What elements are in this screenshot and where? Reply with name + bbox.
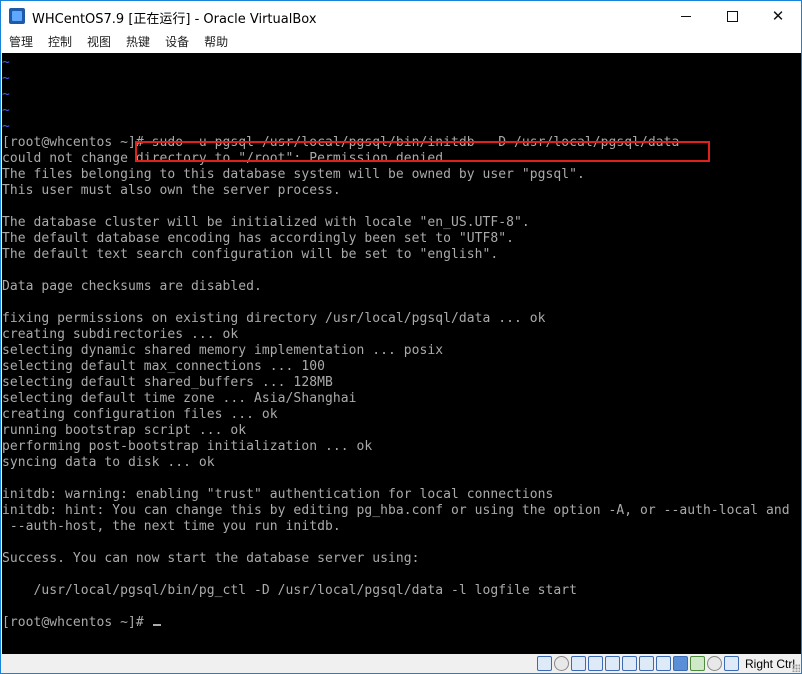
shell-prompt-line[interactable]: [root@whcentos ~]#: [2, 615, 801, 631]
terminal-line: initdb: hint: You can change this by edi…: [2, 503, 790, 518]
terminal-line: performing post-bootstrap initialization…: [2, 439, 373, 454]
vim-empty-line-marker: ~: [2, 119, 10, 134]
terminal-line: initdb: warning: enabling "trust" authen…: [2, 487, 554, 502]
shell-prompt: [root@whcentos ~]#: [2, 615, 152, 630]
terminal-line: Data page checksums are disabled.: [2, 279, 262, 294]
host-key-label: Right Ctrl: [744, 656, 795, 671]
terminal-line: fixing permissions on existing directory…: [2, 311, 546, 326]
terminal-line: syncing data to disk ... ok: [2, 455, 215, 470]
title-bar[interactable]: WHCentOS7.9 [正在运行] - Oracle VirtualBox ✕: [1, 1, 801, 31]
maximize-button[interactable]: [709, 1, 755, 31]
close-button[interactable]: ✕: [755, 1, 801, 31]
vim-empty-line-marker: ~: [2, 55, 10, 70]
vim-empty-line-marker: ~: [2, 87, 10, 102]
keyboard-icon[interactable]: [723, 656, 739, 671]
status-bar: Right Ctrl: [1, 654, 801, 673]
vm-console-screen[interactable]: ~ ~ ~ ~ ~ [root@whcentos ~]# sudo -u pgs…: [2, 53, 801, 654]
terminal-line: selecting dynamic shared memory implemen…: [2, 343, 444, 358]
display-icon[interactable]: [638, 656, 654, 671]
recording-icon[interactable]: [672, 656, 688, 671]
terminal-line: creating subdirectories ... ok: [2, 327, 239, 342]
network-icon[interactable]: [587, 656, 603, 671]
menu-item-control[interactable]: 控制: [40, 31, 79, 53]
terminal-line: The files belonging to this database sys…: [2, 167, 585, 182]
terminal-line: selecting default max_connections ... 10…: [2, 359, 325, 374]
terminal-line: /usr/local/pgsql/bin/pg_ctl -D /usr/loca…: [2, 583, 577, 598]
terminal-line: The default database encoding has accord…: [2, 231, 514, 246]
menu-item-view[interactable]: 视图: [79, 31, 118, 53]
mouse-integration-icon[interactable]: [706, 656, 722, 671]
terminal-line: The database cluster will be initialized…: [2, 215, 530, 230]
menu-item-devices[interactable]: 设备: [157, 31, 196, 53]
resize-grip-icon[interactable]: [792, 664, 800, 672]
menu-bar: 管理 控制 视图 热键 设备 帮助: [1, 31, 801, 53]
text-cursor: [152, 624, 161, 626]
terminal-line: Success. You can now start the database …: [2, 551, 420, 566]
menu-item-hotkeys[interactable]: 热键: [118, 31, 157, 53]
optical-drive-icon[interactable]: [553, 656, 569, 671]
terminal-line: --auth-host, the next time you run initd…: [2, 519, 341, 534]
vim-empty-line-marker: ~: [2, 71, 10, 86]
close-icon: ✕: [771, 7, 785, 25]
terminal-line: selecting default shared_buffers ... 128…: [2, 375, 333, 390]
virtualbox-window: WHCentOS7.9 [正在运行] - Oracle VirtualBox ✕…: [0, 0, 802, 674]
vim-empty-line-marker: ~: [2, 103, 10, 118]
usb-icon[interactable]: [604, 656, 620, 671]
menu-item-help[interactable]: 帮助: [196, 31, 235, 53]
audio-icon[interactable]: [570, 656, 586, 671]
hard-disk-icon[interactable]: [536, 656, 552, 671]
maximize-icon: [726, 10, 738, 22]
virtualbox-app-icon: [9, 8, 25, 24]
video-capture-icon[interactable]: [655, 656, 671, 671]
command-highlight-box: [135, 141, 710, 162]
window-title: WHCentOS7.9 [正在运行] - Oracle VirtualBox: [32, 12, 317, 27]
minimize-button[interactable]: [663, 1, 709, 31]
terminal-line: This user must also own the server proce…: [2, 183, 341, 198]
shared-folder-icon[interactable]: [621, 656, 637, 671]
terminal-line: creating configuration files ... ok: [2, 407, 278, 422]
terminal-line: The default text search configuration wi…: [2, 247, 499, 262]
cpu-icon[interactable]: [689, 656, 705, 671]
terminal-line: running bootstrap script ... ok: [2, 423, 247, 438]
menu-item-manage[interactable]: 管理: [1, 31, 40, 53]
terminal-line: selecting default time zone ... Asia/Sha…: [2, 391, 357, 406]
minimize-icon: [681, 15, 691, 17]
